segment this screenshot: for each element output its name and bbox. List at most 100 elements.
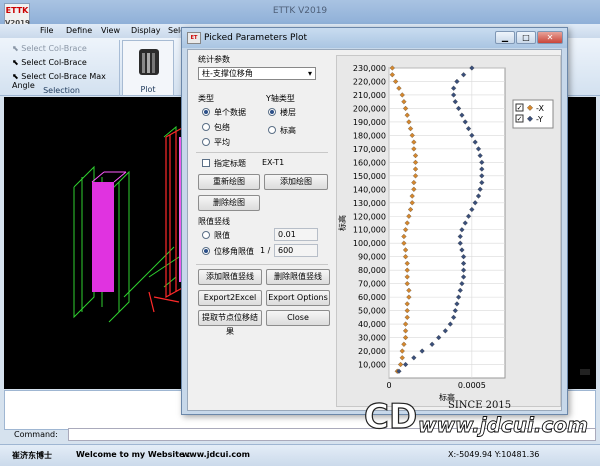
drift-limit-radio[interactable] [202,247,210,255]
divider [196,264,328,265]
selection-group-label: Selection [43,86,80,95]
y-tick-label: 230,000 [353,64,386,73]
watermark: CD SINCE 2015 www.jdcui.com [362,396,600,440]
main-titlebar: ETTK V2019 [0,0,600,24]
cursor-icon: ⬉ [12,58,19,67]
command-label: Command: [14,430,58,439]
drift-chart: 10,000 20,000 30,000 40,000 50,000 60,000 70,0… [337,64,554,402]
selection-group: ⬉ Select Col-Brace ⬉ Select Col-Brace ⬉ … [4,40,120,96]
maximize-icon: □ [522,33,530,42]
menu-view[interactable]: View [101,26,120,35]
y-tick-label: 20,000 [358,347,386,356]
delete-limit-line-button[interactable]: 删除限值竖线 [266,269,330,285]
minimize-button[interactable]: ▁ [495,31,515,44]
y-tick-label: 80,000 [358,266,386,275]
plot-group[interactable]: Plot [122,40,174,96]
x-tick-label: 0 [386,381,391,390]
limit-value-input[interactable]: 0.01 [274,228,318,241]
dialog-titlebar[interactable]: ET Picked Parameters Plot ▁ □ ✕ [182,28,567,48]
y-tick-label: 70,000 [358,280,386,289]
viewport-scroll-handle [580,369,590,375]
stat-param-value: 柱-支撑位移角 [202,69,253,78]
menu-define[interactable]: Define [66,26,92,35]
plot-icon [139,49,159,75]
stat-param-select[interactable]: 柱-支撑位移角 ▾ [198,67,316,80]
watermark-logo: CD [364,397,417,437]
y-tick-label: 130,000 [353,199,386,208]
yaxis-type-label: Y轴类型 [266,94,295,103]
yaxis-floor-radio[interactable] [268,108,276,116]
dialog-app-icon: ET [187,32,201,44]
x-tick-label: 0.0005 [458,381,486,390]
maximize-button[interactable]: □ [516,31,536,44]
watermark-url: www.jdcui.com [418,413,588,437]
drift-limit-input[interactable]: 600 [274,244,318,257]
stat-param-label: 统计参数 [198,55,230,64]
close-window-button[interactable]: ✕ [537,31,563,44]
type-average-radio[interactable] [202,138,210,146]
y-tick-label: 200,000 [353,104,386,113]
type-single-label: 单个数据 [214,108,246,117]
type-envelope-label: 包络 [214,123,230,132]
cursor-icon: ⬉ [12,44,19,53]
dialog-body: 统计参数 柱-支撑位移角 ▾ 类型 单个数据 包络 平均 Y轴类型 楼层 标高 … [187,49,562,411]
y-tick-label: 120,000 [353,212,386,221]
y-tick-label: 50,000 [358,307,386,316]
add-plot-button[interactable]: 添加绘图 [264,174,328,190]
drift-prefix: 1 / [260,246,271,255]
app-logo-text: ETTK [5,6,29,15]
main-title: ETTK V2019 [272,6,328,16]
y-tick-label: 10,000 [358,361,386,370]
yaxis-elevation-radio[interactable] [268,126,276,134]
export-options-button[interactable]: Export Options [266,290,330,306]
statusbar: 崔济东博士 Welcome to my Website : www.jdcui.… [0,444,600,466]
status-author: 崔济东博士 [12,451,52,460]
minimize-icon: ▁ [501,33,509,42]
divider [196,152,328,153]
menu-file[interactable]: File [40,26,53,35]
specify-title-value: EX-T1 [262,158,285,167]
y-tick-label: 160,000 [353,158,386,167]
dialog-title: Picked Parameters Plot [204,33,308,43]
y-tick-label: 180,000 [353,131,386,140]
y-tick-label: 40,000 [358,320,386,329]
y-tick-label: 210,000 [353,91,386,100]
close-button[interactable]: Close [266,310,330,326]
cursor-icon: ⬉ [12,72,19,81]
type-label: 类型 [198,94,214,103]
y-tick-label: 60,000 [358,293,386,302]
specify-title-checkbox[interactable] [202,159,210,167]
watermark-since: SINCE 2015 [448,400,511,411]
limit-value-radio[interactable] [202,231,210,239]
delete-plot-button[interactable]: 删除绘图 [198,195,260,211]
extract-node-displacement-button[interactable]: 提取节点位移结果 [198,310,262,336]
plot-panel: 10,000 20,000 30,000 40,000 50,000 60,000 70,0… [336,55,561,407]
type-average-label: 平均 [214,138,230,147]
drift-limit-label: 位移角限值 [214,247,254,256]
yaxis-floor-label: 楼层 [280,108,296,117]
y-tick-label: 140,000 [353,185,386,194]
close-icon: ✕ [546,33,554,42]
y-axis-label: 标高 [337,215,347,231]
export-excel-button[interactable]: Export2Excel [198,290,262,306]
status-url[interactable]: www.jdcui.com [182,450,250,459]
menu-display[interactable]: Display [131,26,161,35]
chevron-down-icon: ▾ [307,69,312,78]
type-single-radio[interactable] [202,108,210,116]
specify-title-label: 指定标题 [214,159,246,168]
legend-entry: -X [536,104,544,113]
status-welcome: Welcome to my Website : [76,450,191,459]
jdcui-logo: CD SINCE 2015 www.jdcui.com [363,396,588,437]
redraw-button[interactable]: 重新绘图 [198,174,260,190]
y-tick-label: 110,000 [353,226,386,235]
y-tick-label: 100,000 [353,239,386,248]
legend-entry: -Y [536,115,543,124]
y-tick-label: 30,000 [358,334,386,343]
type-envelope-radio[interactable] [202,123,210,131]
select-col-brace-disabled[interactable]: ⬉ Select Col-Brace [12,44,87,53]
picked-parameters-dialog: ET Picked Parameters Plot ▁ □ ✕ 统计参数 柱-支… [181,27,568,415]
select-col-brace-button[interactable]: ⬉ Select Col-Brace [12,58,87,67]
y-tick-label: 220,000 [353,77,386,86]
status-coordinates: X:-5049.94 Y:10481.36 [448,450,540,459]
add-limit-line-button[interactable]: 添加限值竖线 [198,269,262,285]
